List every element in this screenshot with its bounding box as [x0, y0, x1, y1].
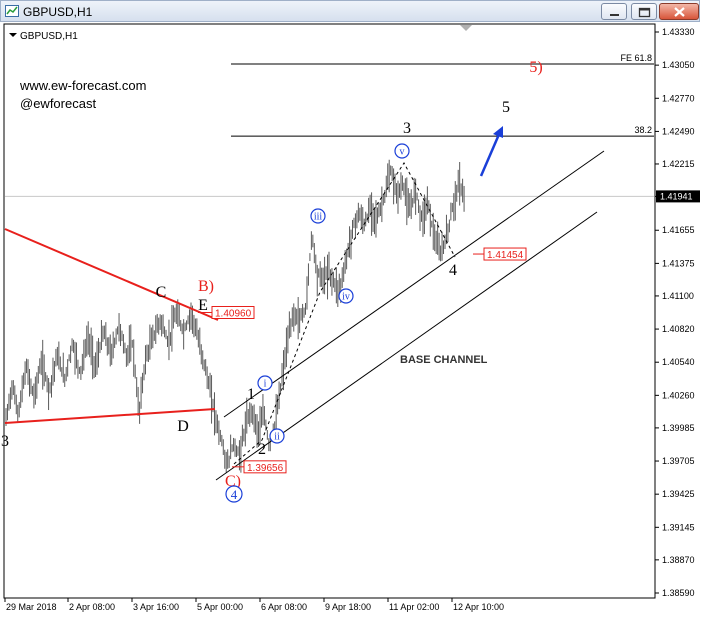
y-tick-label: 1.39705 — [662, 456, 695, 466]
y-tick-label: 1.40260 — [662, 390, 695, 400]
maximize-button[interactable] — [631, 3, 657, 20]
wave-label-circled: i — [264, 379, 267, 390]
wave-label-black: 1 — [247, 386, 255, 403]
wave-label-black: 4 — [449, 262, 457, 279]
wave-label-black: C — [156, 284, 167, 301]
window-titlebar[interactable]: GBPUSD,H1 — [0, 0, 700, 22]
wave-label-black: 3 — [403, 120, 411, 137]
y-tick-label: 1.40540 — [662, 357, 695, 367]
x-tick-label: 9 Apr 18:00 — [325, 602, 371, 612]
y-tick-label: 1.39425 — [662, 489, 695, 499]
y-tick-label: 1.41100 — [662, 291, 694, 301]
price-label-text: 1.39656 — [247, 463, 284, 474]
wave-label-left-edge: 3 — [1, 433, 9, 450]
wave-label-circled: ii — [274, 432, 280, 443]
wave-label-red: B) — [198, 278, 214, 295]
wave-label-black: 2 — [258, 441, 266, 458]
wave-label-circled: iii — [314, 212, 323, 223]
wave-label-red: 5) — [529, 59, 542, 76]
y-tick-label: 1.41655 — [662, 225, 695, 235]
y-tick-label: 1.43330 — [662, 27, 695, 37]
x-tick-label: 12 Apr 10:00 — [453, 602, 504, 612]
y-tick-label: 1.41375 — [662, 258, 695, 268]
x-tick-label: 6 Apr 08:00 — [261, 602, 307, 612]
y-tick-label: 1.38870 — [662, 555, 695, 565]
x-tick-label: 11 Apr 02:00 — [389, 602, 439, 612]
x-tick-label: 5 Apr 00:00 — [197, 602, 243, 612]
minimize-icon — [610, 14, 619, 16]
y-tick-label: 1.39145 — [662, 522, 695, 532]
x-tick-label: 29 Mar 2018 — [6, 602, 57, 612]
y-tick-label: 1.42215 — [662, 159, 695, 169]
price-label-text: 1.41454 — [487, 250, 524, 261]
watermark-handle: @ewforecast — [20, 96, 96, 111]
close-icon — [674, 7, 685, 17]
fib-level-label: FE 61.8 — [620, 53, 652, 63]
x-tick-label: 2 Apr 08:00 — [69, 602, 115, 612]
minimize-button[interactable] — [601, 3, 627, 20]
y-tick-label: 1.43050 — [662, 60, 695, 70]
base-channel-label: BASE CHANNEL — [400, 354, 488, 366]
y-tick-label: 1.42490 — [662, 126, 695, 136]
price-label-text: 1.40960 — [215, 309, 252, 320]
y-axis: 1.43330 1.43050 1.42770 1.42490 1.42215 1.416… — [655, 27, 695, 598]
wave-label-circled: v — [400, 147, 405, 158]
plot-frame — [3, 23, 656, 599]
wave-label-circled: 4 — [231, 487, 238, 502]
wave-label-circled: iv — [342, 292, 350, 303]
current-price-value: 1.41941 — [660, 191, 693, 201]
close-button[interactable] — [659, 3, 699, 20]
chart-app-icon — [5, 5, 19, 17]
maximize-icon — [638, 7, 651, 18]
chart-window: GBPUSD,H1 GBPUSD,H1 www.ew-forecast.com … — [0, 0, 702, 623]
x-axis: 29 Mar 2018 2 Apr 08:00 3 Apr 16:00 5 Apr 0… — [4, 598, 504, 612]
window-title: GBPUSD,H1 — [23, 5, 93, 19]
price-chart[interactable]: GBPUSD,H1 www.ew-forecast.com @ewforecas… — [0, 22, 702, 623]
wave-label-black: E — [198, 297, 208, 314]
watermark-site: www.ew-forecast.com — [19, 78, 146, 93]
y-tick-label: 1.42770 — [662, 93, 695, 103]
wave-label-black: 5 — [502, 99, 510, 116]
wave-label-black: D — [177, 418, 189, 435]
y-tick-label: 1.40820 — [662, 324, 695, 334]
x-tick-label: 3 Apr 16:00 — [133, 602, 179, 612]
chart-symbol-label: GBPUSD,H1 — [20, 31, 78, 42]
y-tick-label: 1.39985 — [662, 423, 695, 433]
fib-level-label: 38.2 — [634, 125, 652, 135]
y-tick-label: 1.38590 — [662, 588, 695, 598]
